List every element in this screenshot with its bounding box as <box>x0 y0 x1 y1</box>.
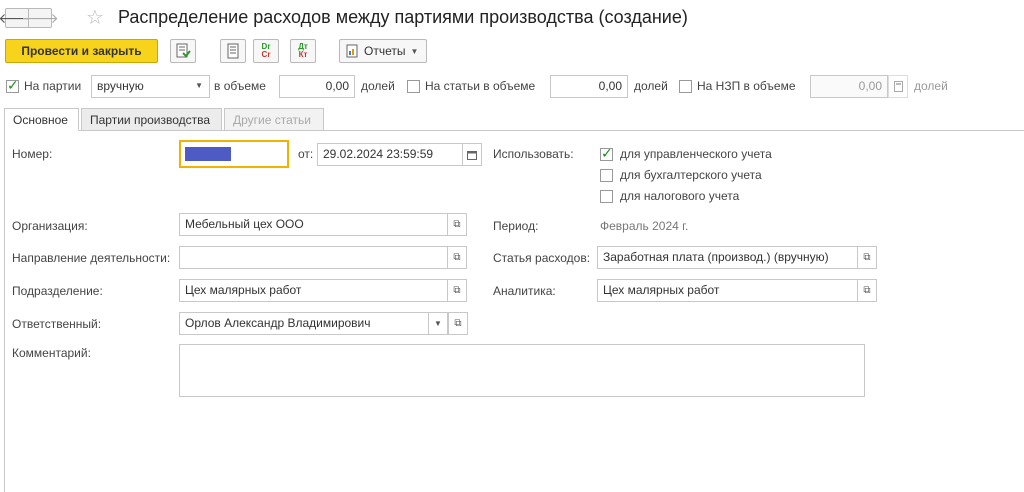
dr-cr-icon: Dr Cr <box>261 42 271 59</box>
department-input[interactable]: Цех малярных работ <box>179 279 448 302</box>
page-title: Распределение расходов между партиями пр… <box>118 7 688 27</box>
dt-kt-button[interactable]: Дт Кт <box>290 39 316 63</box>
period-label: Период: <box>493 219 539 233</box>
dt-kt-icon: Дт Кт <box>298 42 308 59</box>
panel-border <box>4 130 5 492</box>
post-and-close-button[interactable]: Провести и закрыть <box>5 39 158 63</box>
open-icon: ⧉ <box>863 285 871 296</box>
calculator-button[interactable] <box>888 75 908 98</box>
batches-label: На партии <box>24 79 82 93</box>
wip-checkbox[interactable] <box>679 80 692 93</box>
wip-volume-input[interactable]: 0,00 <box>810 75 888 98</box>
analytics-label: Аналитика: <box>493 284 556 298</box>
comment-textarea[interactable] <box>179 344 865 397</box>
tab-production-batches[interactable]: Партии производства <box>81 108 222 131</box>
open-icon: ⧉ <box>454 318 462 329</box>
number-label: Номер: <box>12 147 53 161</box>
list-icon <box>227 43 239 59</box>
direction-open-button[interactable]: ⧉ <box>447 246 467 269</box>
expense-item-input[interactable]: Заработная плата (производ.) (вручную) <box>597 246 858 269</box>
organization-label: Организация: <box>12 219 88 233</box>
tab-divider <box>79 130 1024 131</box>
items-volume-input[interactable]: 0,00 <box>550 75 628 98</box>
department-label: Подразделение: <box>12 284 103 298</box>
calculator-icon <box>893 81 903 92</box>
items-checkbox[interactable] <box>407 80 420 93</box>
volume-label-1: в объеме <box>214 79 266 93</box>
open-icon: ⧉ <box>863 252 871 263</box>
dr-cr-button[interactable]: Dr Cr <box>253 39 279 63</box>
calendar-icon <box>467 150 477 160</box>
organization-open-button[interactable]: ⧉ <box>447 213 467 236</box>
date-input[interactable]: 29.02.2024 23:59:59 <box>317 143 463 166</box>
direction-label: Направление деятельности: <box>12 251 171 265</box>
post-document-button[interactable] <box>170 39 196 63</box>
open-icon: ⧉ <box>453 219 461 230</box>
tax-accounting-label: для налогового учета <box>620 189 740 203</box>
document-post-icon <box>176 43 191 58</box>
batches-checkbox[interactable] <box>6 77 19 94</box>
report-icon <box>346 44 358 58</box>
accounting-checkbox[interactable] <box>600 169 613 182</box>
tab-main[interactable]: Основное <box>4 108 79 131</box>
responsible-label: Ответственный: <box>12 317 102 331</box>
period-value: Февраль 2024 г. <box>600 219 689 233</box>
responsible-dropdown-button[interactable]: ▼ <box>428 312 448 335</box>
shares-label-3: долей <box>914 79 948 93</box>
shares-label-1: долей <box>361 79 395 93</box>
batches-volume-input[interactable]: 0,00 <box>279 75 355 98</box>
open-icon: ⧉ <box>453 285 461 296</box>
management-accounting-checkbox[interactable] <box>600 145 613 162</box>
arrow-right-icon: 🡒 <box>21 10 59 26</box>
number-input[interactable] <box>179 140 289 168</box>
responsible-input[interactable]: Орлов Александр Владимирович <box>179 312 429 335</box>
document-list-button[interactable] <box>220 39 246 63</box>
forward-button[interactable]: 🡒 <box>21 8 59 28</box>
distribution-mode-select[interactable]: вручную ▼ <box>91 75 210 98</box>
reports-button[interactable]: Отчеты ▼ <box>339 39 427 63</box>
accounting-label: для бухгалтерского учета <box>620 168 762 182</box>
dropdown-arrow-icon[interactable]: ▼ <box>195 81 203 90</box>
from-label: от: <box>298 147 314 161</box>
management-accounting-label: для управленческого учета <box>620 147 772 161</box>
expense-item-open-button[interactable]: ⧉ <box>857 246 877 269</box>
shares-label-2: долей <box>634 79 668 93</box>
open-icon: ⧉ <box>453 252 461 263</box>
responsible-open-button[interactable]: ⧉ <box>448 312 468 335</box>
analytics-input[interactable]: Цех малярных работ <box>597 279 858 302</box>
use-label: Использовать: <box>493 147 574 161</box>
department-open-button[interactable]: ⧉ <box>447 279 467 302</box>
calendar-button[interactable] <box>462 143 482 166</box>
star-icon[interactable]: ☆ <box>86 5 104 30</box>
tab-other-items[interactable]: Другие статьи <box>224 108 324 131</box>
expense-item-label: Статья расходов: <box>493 251 591 265</box>
wip-label: На НЗП в объеме <box>697 79 796 93</box>
tax-accounting-checkbox[interactable] <box>600 190 613 203</box>
direction-input[interactable] <box>179 246 448 269</box>
dropdown-arrow-icon: ▼ <box>434 319 442 328</box>
organization-input[interactable]: Мебельный цех ООО <box>179 213 448 236</box>
number-redaction <box>185 147 231 161</box>
analytics-open-button[interactable]: ⧉ <box>857 279 877 302</box>
items-label: На статьи в объеме <box>425 79 536 93</box>
comment-label: Комментарий: <box>12 346 91 360</box>
dropdown-arrow-icon: ▼ <box>410 46 419 56</box>
